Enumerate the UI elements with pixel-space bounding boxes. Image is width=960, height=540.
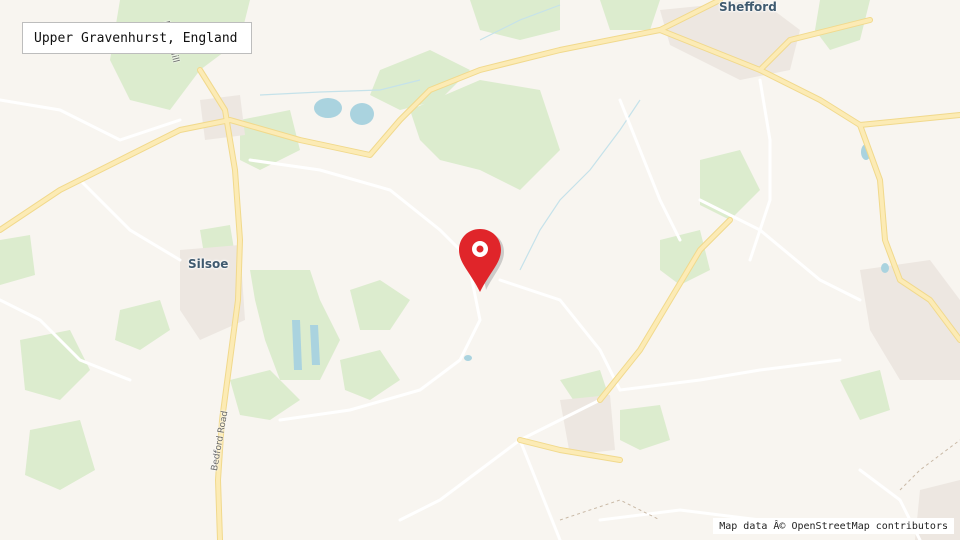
map-attribution[interactable]: Map data Â© OpenStreetMap contributors [713, 518, 954, 534]
footpaths [559, 439, 960, 521]
map-canvas[interactable]: Shefford Silsoe Bedford Road D... 's Hil… [0, 0, 960, 540]
place-label-silsoe[interactable]: Silsoe [188, 257, 228, 271]
place-label-shefford[interactable]: Shefford [719, 0, 777, 14]
map-pin-icon[interactable] [456, 226, 508, 296]
location-title-box: Upper Gravenhurst, England [22, 22, 252, 54]
attribution-text: Map data Â© OpenStreetMap contributors [719, 520, 948, 532]
location-title: Upper Gravenhurst, England [34, 30, 238, 46]
